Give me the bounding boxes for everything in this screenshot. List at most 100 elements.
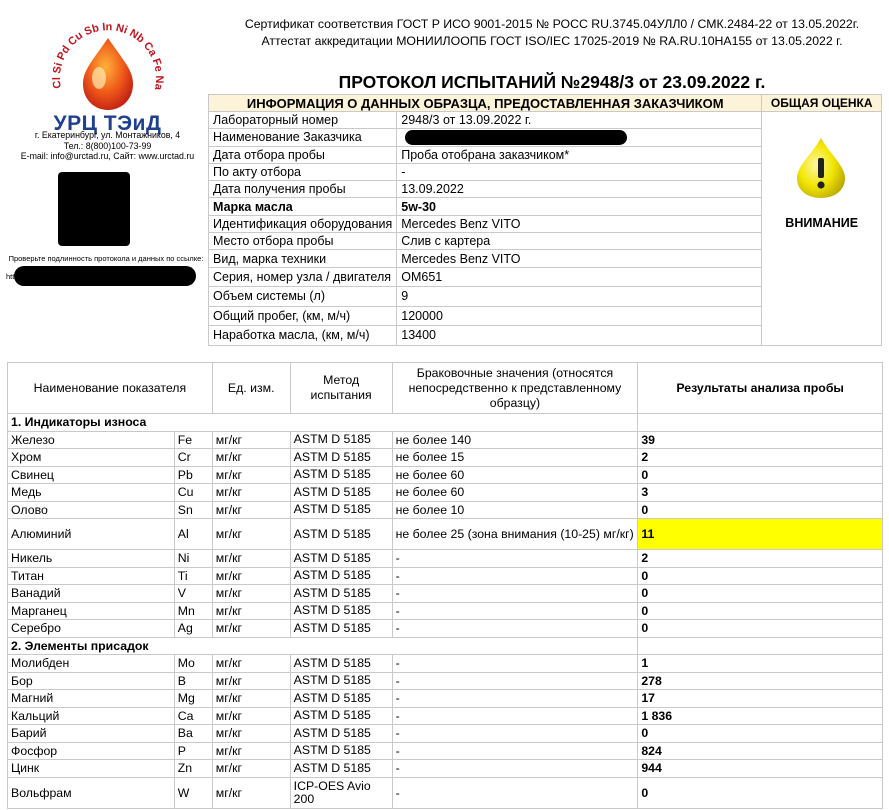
table-row: Титан Ti мг/кг ASTM D 5185-0 [7, 566, 883, 585]
unit-cell: мг/кг [211, 689, 291, 708]
section-row: 1. Индикаторы износа [6, 413, 883, 432]
element-symbol: Ti [173, 566, 213, 585]
table-row: Кальций Ca мг/кг ASTM D 5185-1 836 [7, 706, 883, 725]
org-contacts: г. Екатеринбург, ул. Монтажников, 4 Тел.… [0, 130, 215, 162]
element-symbol: Pb [173, 465, 213, 484]
unit-cell: мг/кг [211, 654, 291, 673]
indicator-name: Цинк [7, 759, 175, 778]
method-cell: ASTM D 5185 [289, 584, 393, 603]
table-row: Ванадий Vмг/кг ASTM D 5185-0 [7, 584, 883, 603]
unit-cell: мг/кг [211, 619, 291, 638]
element-symbol: Ba [173, 724, 213, 743]
overall-status: ВНИМАНИЕ [785, 216, 859, 230]
indicator-name: Хром [7, 448, 175, 467]
limit-cell: - [391, 601, 639, 620]
element-symbol: B [173, 671, 213, 690]
unit-cell: мг/кг [211, 706, 291, 725]
table-row: Молибден Mo мг/кг ASTM D 5185-1 [7, 654, 883, 673]
unit-cell: мг/кг [211, 759, 291, 778]
protocol-title: ПРОТОКОЛ ИСПЫТАНИЙ №2948/3 от 23.09.2022… [338, 72, 766, 92]
method-cell: ASTM D 5185 [289, 759, 393, 778]
redaction-qr [58, 172, 130, 246]
indicator-name: Свинец [7, 465, 175, 484]
element-symbol: W [173, 776, 213, 809]
info-value: 13.09.2022 [396, 180, 763, 199]
table-row: Марганец Mn мг/кг ASTM D 5185-0 [7, 601, 883, 620]
unit-cell: мг/кг [211, 549, 291, 568]
method-cell: ASTM D 5185 [289, 689, 393, 708]
table-row: Никель Ni мг/кг ASTM D 5185-2 [7, 549, 883, 568]
result-cell: 0 [637, 465, 883, 484]
element-symbol: Mg [173, 689, 213, 708]
logo-drop [83, 38, 133, 110]
indicator-name: Медь [7, 483, 175, 502]
info-value: 13400 [396, 325, 763, 346]
unit-cell: мг/кг [211, 601, 291, 620]
element-symbol: Ni [173, 549, 213, 568]
table-row: Свинец Pb мг/кг ASTM D 5185 не более 60 0 [7, 465, 883, 484]
col-header-result: Результаты анализа пробы [637, 362, 883, 414]
result-cell: 1 836 [637, 706, 883, 725]
overall-cell: ВНИМАНИЕ [761, 111, 882, 346]
table-row: Вольфрам Wмг/кг ICP-OES Avio 200-0 [7, 776, 883, 809]
unit-cell: мг/кг [211, 776, 291, 809]
section-title: 2. Элементы присадок [6, 636, 639, 655]
lab-logo: Cl Si Pd Cu Sb In Ni Nb Ca Fe Na Mo Pt S… [33, 8, 165, 110]
col-header-unit: Ед. изм. [211, 362, 291, 414]
indicator-name: Титан [7, 566, 175, 585]
indicator-name: Бор [7, 671, 175, 690]
method-cell: ASTM D 5185 [289, 706, 393, 725]
table-row: Медь Cu мг/кг ASTM D 5185 не более 60 3 [7, 483, 883, 502]
info-value: Mercedes Benz VITO [396, 214, 763, 234]
element-symbol: Zn [173, 759, 213, 778]
info-label: Объем системы (л) [207, 286, 398, 307]
limit-cell: не более 15 [391, 448, 639, 467]
info-value: 5w-30 [396, 197, 763, 216]
indicator-name: Фосфор [7, 741, 175, 760]
element-symbol: Fe [173, 430, 213, 449]
info-value: 120000 [396, 305, 763, 327]
indicator-name: Молибден [7, 654, 175, 673]
limit-cell: - [391, 549, 639, 568]
limit-cell: - [391, 584, 639, 603]
method-cell: ASTM D 5185 [289, 448, 393, 467]
table-row: Бор Bмг/кг ASTM D 5185-278 [7, 671, 883, 690]
result-cell: 0 [637, 724, 883, 743]
section-title: 1. Индикаторы износа [6, 413, 639, 432]
info-label: Серия, номер узла / двигателя [207, 266, 398, 288]
indicator-name: Серебро [7, 619, 175, 638]
certificate-line: Сертификат соответствия ГОСТ Р ИСО 9001-… [244, 17, 860, 31]
unit-cell: мг/кг [211, 518, 291, 550]
org-address: г. Екатеринбург, ул. Монтажников, 4 [34, 130, 181, 140]
method-cell: ASTM D 5185 [289, 483, 393, 502]
indicator-name: Алюминий [7, 518, 175, 550]
table-row: Серебро Ag мг/кг ASTM D 5185-0 [7, 619, 883, 638]
element-symbol: Ca [173, 706, 213, 725]
col-header-method: Метод испытания [289, 362, 393, 414]
unit-cell: мг/кг [211, 465, 291, 484]
method-cell: ASTM D 5185 [289, 430, 393, 449]
unit-cell: мг/кг [211, 500, 291, 519]
limit-cell: - [391, 654, 639, 673]
method-cell: ASTM D 5185 [289, 601, 393, 620]
element-symbol: V [173, 584, 213, 603]
redaction-customer [405, 130, 628, 146]
section-row: 2. Элементы присадок [6, 636, 883, 655]
info-label: Лабораторный номер [207, 110, 398, 130]
sample-info-header: ИНФОРМАЦИЯ О ДАННЫХ ОБРАЗЦА, ПРЕДОСТАВЛЕ… [207, 94, 763, 112]
result-cell: 0 [637, 566, 883, 585]
limit-cell: - [391, 724, 639, 743]
org-phone: Тел.: 8(800)100-73-99 [63, 140, 152, 151]
overall-header: ОБЩАЯ ОЦЕНКА [761, 94, 882, 112]
limit-cell: - [391, 619, 639, 638]
info-label: Дата получения пробы [207, 180, 398, 199]
info-label: Наименование Заказчика [207, 128, 398, 147]
result-cell: 17 [637, 689, 883, 708]
element-symbol: Mn [173, 601, 213, 620]
table-row: Магний Mg мг/кг ASTM D 5185-17 [7, 689, 883, 708]
result-cell: 944 [637, 759, 883, 778]
table-row: Фосфор Pмг/кг ASTM D 5185-824 [7, 741, 883, 760]
unit-cell: мг/кг [211, 566, 291, 585]
info-label: Дата отбора пробы [207, 145, 398, 164]
table-row: Хром Cr мг/кг ASTM D 5185 не более 15 2 [7, 448, 883, 467]
